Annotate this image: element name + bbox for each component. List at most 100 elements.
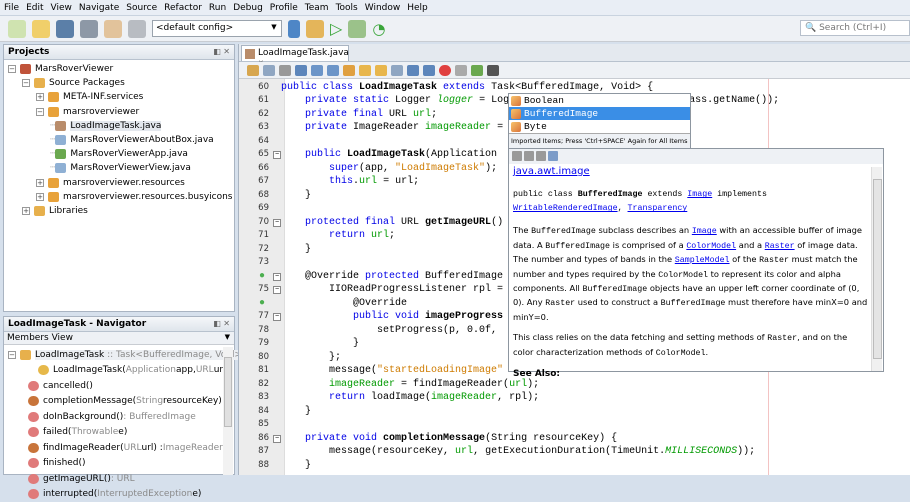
search-input[interactable]: 🔍 Search (Ctrl+I): [800, 20, 910, 36]
prev-bookmark-icon[interactable]: [359, 65, 371, 76]
tree-item[interactable]: −MarsRoverViewer: [8, 62, 113, 76]
stop-macro-icon[interactable]: [455, 65, 467, 76]
tab-loadimagetask[interactable]: LoadImageTask.java ✕: [241, 45, 349, 61]
package-link[interactable]: java.awt.image: [513, 166, 590, 177]
completion-item[interactable]: BufferedImage: [509, 107, 690, 120]
run-icon[interactable]: ▷: [330, 19, 342, 38]
tree-item[interactable]: +marsroverviewer.resources: [36, 176, 185, 190]
comment-icon[interactable]: [471, 65, 483, 76]
menu-edit[interactable]: Edit: [26, 3, 43, 13]
shift-left-icon[interactable]: [407, 65, 419, 76]
open-browser-icon[interactable]: [548, 151, 558, 161]
javadoc-link[interactable]: ColorModel: [686, 242, 736, 251]
writablerenderedimage-link[interactable]: WritableRenderedImage: [513, 204, 618, 213]
code-line: 84 }: [239, 405, 910, 419]
javadoc-link[interactable]: Raster: [765, 242, 795, 251]
menu-help[interactable]: Help: [407, 3, 428, 13]
javadoc-scrollbar[interactable]: [871, 167, 882, 371]
build-icon[interactable]: [288, 20, 300, 38]
navigator-member[interactable]: findImageReader(URL url) : ImageReader: [28, 440, 223, 456]
go-to-source-icon[interactable]: [536, 151, 546, 161]
code-text: private ImageReader imageReader =: [257, 121, 509, 135]
javadoc-link[interactable]: SampleModel: [675, 256, 730, 265]
close-icon[interactable]: ◧ ✕: [213, 47, 230, 56]
forward-icon[interactable]: [524, 151, 534, 161]
tree-item[interactable]: +marsroverviewer.resources.busyicons: [36, 190, 233, 204]
expand-toggle-icon[interactable]: −: [8, 351, 16, 359]
tree-item[interactable]: ┄ LoadImageTask.java: [50, 119, 161, 133]
next-bookmark-icon[interactable]: [375, 65, 387, 76]
expand-toggle-icon[interactable]: +: [36, 93, 44, 101]
menu-view[interactable]: View: [51, 3, 72, 13]
menu-tools[interactable]: Tools: [336, 3, 358, 13]
new-file-icon[interactable]: [8, 20, 26, 38]
uncomment-icon[interactable]: [487, 65, 499, 76]
navigator-member[interactable]: doInBackground() : BufferedImage: [28, 409, 196, 425]
tree-item[interactable]: +META-INF.services: [36, 90, 143, 104]
open-project-icon[interactable]: [56, 20, 74, 38]
completion-item[interactable]: Byte: [509, 120, 690, 133]
close-icon[interactable]: ◧ ✕: [213, 319, 230, 328]
navigator-scrollbar[interactable]: [223, 347, 233, 475]
expand-toggle-icon[interactable]: +: [22, 207, 30, 215]
expand-toggle-icon[interactable]: −: [36, 108, 44, 116]
find-icon[interactable]: [295, 65, 307, 76]
tree-item[interactable]: ┄ MarsRoverViewerAboutBox.java: [50, 133, 214, 147]
navigator-member[interactable]: completionMessage(String resourceKey): [28, 394, 222, 410]
expand-toggle-icon[interactable]: +: [36, 193, 44, 201]
menu-source[interactable]: Source: [126, 3, 157, 13]
menu-file[interactable]: File: [4, 3, 19, 13]
code-token: , rpl);: [497, 392, 539, 403]
source-history-icon[interactable]: [247, 65, 259, 76]
debug-icon[interactable]: [348, 20, 366, 38]
expand-toggle-icon[interactable]: −: [8, 65, 16, 73]
menu-refactor[interactable]: Refactor: [164, 3, 202, 13]
navigator-member[interactable]: finished(): [28, 456, 86, 472]
code-token: =: [491, 122, 509, 133]
tree-item[interactable]: + Libraries: [22, 204, 88, 218]
redo-icon[interactable]: [128, 20, 146, 38]
tree-item[interactable]: ┄ MarsRoverViewerApp.java: [50, 147, 188, 161]
javadoc-link[interactable]: Image: [692, 227, 717, 236]
image-link[interactable]: Image: [687, 190, 712, 199]
code-token: public void: [353, 311, 425, 322]
toggle-highlight-icon[interactable]: [343, 65, 355, 76]
navigator-member[interactable]: LoadImageTask(Application app, URL url): [38, 363, 229, 379]
clean-build-icon[interactable]: [306, 20, 324, 38]
profile-icon[interactable]: ◔: [372, 20, 385, 38]
transparency-link[interactable]: Transparency: [628, 204, 688, 213]
tree-item[interactable]: ┄ MarsRoverViewerView.java: [50, 161, 191, 175]
navigator-member[interactable]: failed(Throwable e): [28, 425, 127, 441]
toggle-bookmark-icon[interactable]: [391, 65, 403, 76]
navigator-member[interactable]: getImageURL() : URL: [28, 471, 135, 487]
menu-run[interactable]: Run: [209, 3, 226, 13]
find-previous-icon[interactable]: [311, 65, 323, 76]
navigator-root[interactable]: −LoadImageTask :: Task<BufferedImage, Vo…: [8, 347, 242, 363]
record-macro-icon[interactable]: [439, 65, 451, 76]
navigator-member[interactable]: interrupted(InterruptedException e): [28, 487, 201, 502]
completion-item[interactable]: Boolean: [509, 94, 690, 107]
members-view-select[interactable]: Members View▼: [4, 332, 234, 345]
menu-navigate[interactable]: Navigate: [79, 3, 119, 13]
back-icon[interactable]: [263, 65, 275, 76]
tree-item[interactable]: −Source Packages: [22, 76, 125, 90]
class-name: LoadImageTask: [35, 350, 104, 360]
shift-right-icon[interactable]: [423, 65, 435, 76]
save-all-icon[interactable]: [80, 20, 98, 38]
find-next-icon[interactable]: [327, 65, 339, 76]
tree-item[interactable]: −marsroverviewer: [36, 105, 139, 119]
expand-toggle-icon[interactable]: −: [22, 79, 30, 87]
forward-icon[interactable]: [279, 65, 291, 76]
navigator-member[interactable]: cancelled(): [28, 378, 93, 394]
undo-icon[interactable]: [104, 20, 122, 38]
menu-profile[interactable]: Profile: [270, 3, 298, 13]
menu-window[interactable]: Window: [365, 3, 401, 13]
tree-item-label: Libraries: [49, 206, 88, 216]
back-icon[interactable]: [512, 151, 522, 161]
method-icon: [28, 489, 39, 499]
menu-debug[interactable]: Debug: [233, 3, 263, 13]
expand-toggle-icon[interactable]: +: [36, 179, 44, 187]
menu-team[interactable]: Team: [305, 3, 329, 13]
config-select[interactable]: <default config>▼: [152, 20, 282, 37]
new-project-icon[interactable]: [32, 20, 50, 38]
